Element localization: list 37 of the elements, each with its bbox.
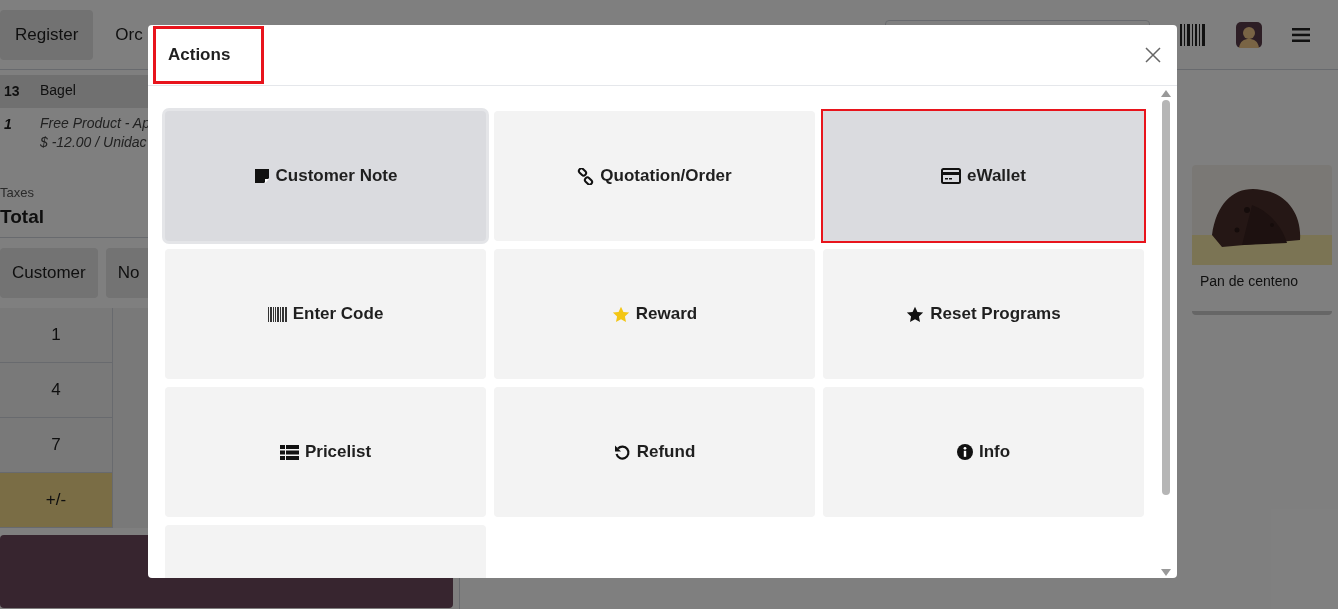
scroll-up-icon[interactable] xyxy=(1161,90,1171,97)
chain-link-icon xyxy=(577,167,595,185)
product-name: Pan de centeno xyxy=(1199,272,1300,291)
numpad-key[interactable]: 4 xyxy=(0,363,112,418)
action-button[interactable]: Quotation/Order xyxy=(494,111,815,241)
numpad-key[interactable]: 1 xyxy=(0,308,112,363)
product-card[interactable]: Pan de centeno xyxy=(1192,165,1332,315)
menu-icon[interactable] xyxy=(1292,27,1310,42)
action-button[interactable]: Refund xyxy=(494,387,815,517)
star-icon xyxy=(906,305,925,323)
numpad-key[interactable]: 7 xyxy=(0,418,112,473)
taxes-label: Taxes xyxy=(0,184,34,202)
scroll-down-icon[interactable] xyxy=(1161,569,1171,576)
note-icon xyxy=(253,168,270,184)
action-button[interactable]: Customer Note xyxy=(165,111,486,241)
avatar-icon[interactable] xyxy=(1236,21,1262,48)
orders-tab[interactable]: Orc xyxy=(115,9,143,60)
credit-card-icon xyxy=(941,168,962,184)
list-icon xyxy=(279,444,299,460)
dialog-title: Actions xyxy=(168,44,231,67)
numpad-key[interactable]: +/- xyxy=(0,473,112,528)
counterclockwise-arrow-icon xyxy=(613,443,631,461)
action-button[interactable]: Reward xyxy=(494,249,815,379)
info-icon xyxy=(956,444,973,460)
close-icon[interactable] xyxy=(1145,47,1161,63)
total-label: Total xyxy=(0,204,44,229)
scrollbar-thumb[interactable] xyxy=(1162,100,1170,495)
action-button[interactable]: Enter Code xyxy=(165,249,486,379)
barcode-icon[interactable] xyxy=(1180,23,1206,46)
control-button[interactable]: Customer xyxy=(0,248,98,298)
action-button[interactable]: eWallet xyxy=(823,111,1144,241)
barcode-icon xyxy=(267,306,287,322)
action-button[interactable]: Pricelist xyxy=(165,387,486,517)
register-button[interactable]: Register xyxy=(0,9,94,60)
action-button[interactable]: Reset Programs xyxy=(823,249,1144,379)
action-button[interactable]: Info xyxy=(823,387,1144,517)
star-icon xyxy=(611,305,630,323)
